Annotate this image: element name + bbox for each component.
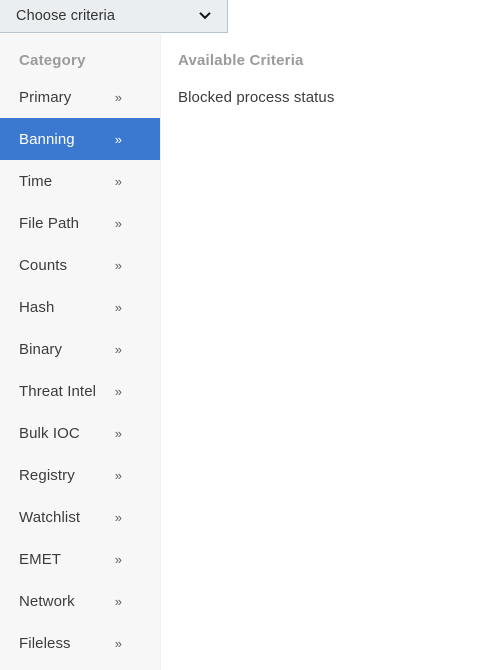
category-header: Category xyxy=(19,52,86,69)
sidebar-item-label: Time xyxy=(19,172,53,190)
double-chevron-right-icon: » xyxy=(114,341,122,357)
sidebar-item-registry[interactable]: Registry » xyxy=(0,454,160,496)
sidebar-item-label: Watchlist xyxy=(19,508,81,526)
dropdown-bar: Choose criteria xyxy=(0,0,502,34)
double-chevron-right-icon: » xyxy=(114,215,122,231)
sidebar-item-label: Primary xyxy=(19,88,72,106)
double-chevron-right-icon: » xyxy=(114,509,122,525)
double-chevron-right-icon: » xyxy=(114,173,122,189)
criteria-picker: Choose criteria Category Primary» Banning… xyxy=(0,0,502,670)
sidebar-item-bulk-ioc[interactable]: Bulk IOC » xyxy=(0,412,160,454)
sidebar-item-label: Fileless xyxy=(19,634,71,652)
double-chevron-right-icon: » xyxy=(114,425,122,441)
sidebar-item-counts[interactable]: Counts » xyxy=(0,244,160,286)
sidebar-item-label: Registry xyxy=(19,466,75,484)
sidebar-item-hash[interactable]: Hash » xyxy=(0,286,160,328)
criteria-list-item[interactable]: Blocked process status xyxy=(161,76,502,118)
double-chevron-right-icon: » xyxy=(114,383,122,399)
double-chevron-right-icon: » xyxy=(114,299,122,315)
double-chevron-right-icon: » xyxy=(114,257,122,273)
choose-criteria-dropdown[interactable]: Choose criteria xyxy=(0,0,228,33)
sidebar-item-primary[interactable]: Primary » xyxy=(0,76,160,118)
sidebar-item-label: Network xyxy=(19,592,75,610)
sidebar-item-label: Banning xyxy=(19,130,75,148)
choose-criteria-dropdown-label: Choose criteria xyxy=(16,8,116,24)
chevron-down-icon xyxy=(198,11,212,21)
sidebar-item-label: EMET xyxy=(19,550,62,568)
sidebar-item-label: Binary xyxy=(19,340,63,358)
double-chevron-right-icon: » xyxy=(114,467,122,483)
sidebar-item-banning[interactable]: Banning » xyxy=(0,118,160,160)
double-chevron-right-icon: » xyxy=(114,131,122,147)
criteria-list: Blocked process status xyxy=(161,76,502,118)
sidebar-item-label: Counts xyxy=(19,256,68,274)
double-chevron-right-icon: » xyxy=(114,551,122,567)
panes: Category Primary » Banning » Time » File Path »… xyxy=(0,34,502,670)
sidebar-item-label: Threat Intel xyxy=(19,382,97,400)
sidebar-item-binary[interactable]: Binary » xyxy=(0,328,160,370)
available-criteria-panel: Available Criteria Blocked process statu… xyxy=(161,34,502,670)
sidebar-item-threat-intel[interactable]: Threat Intel » xyxy=(0,370,160,412)
sidebar-item-label: Hash xyxy=(19,298,55,316)
double-chevron-right-icon: » xyxy=(114,89,122,105)
sidebar-item-network[interactable]: Network » xyxy=(0,580,160,622)
sidebar-item-watchlist[interactable]: Watchlist » xyxy=(0,496,160,538)
sidebar-item-fileless[interactable]: Fileless » xyxy=(0,622,160,664)
sidebar-item-time[interactable]: Time » xyxy=(0,160,160,202)
category-list: Primary» Banning» Time» File Path» Counts» Ha… xyxy=(0,76,160,664)
double-chevron-right-icon: » xyxy=(114,635,122,651)
sidebar-item-label: File Path xyxy=(19,214,80,232)
sidebar-item-emet[interactable]: EMET » xyxy=(0,538,160,580)
sidebar-item-label: Bulk IOC xyxy=(19,424,80,442)
double-chevron-right-icon: » xyxy=(114,593,122,609)
available-criteria-header: Available Criteria xyxy=(178,52,304,69)
category-sidebar: Category Primary » Banning » Time » File Path »… xyxy=(0,34,161,670)
sidebar-item-file-path[interactable]: File Path » xyxy=(0,202,160,244)
